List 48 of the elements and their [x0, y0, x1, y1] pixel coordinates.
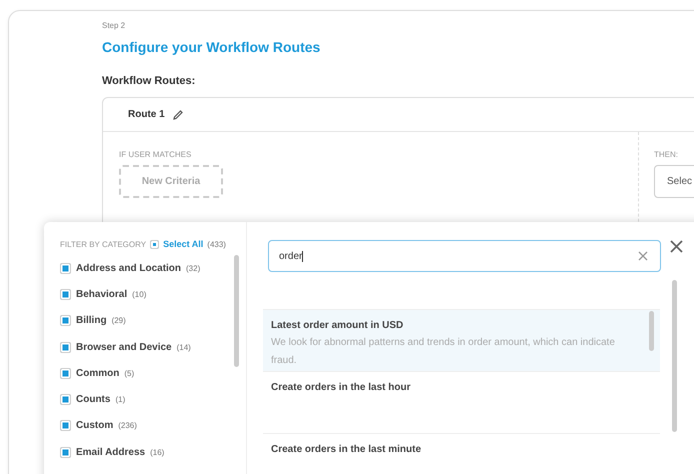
result-title: Create orders in the last hour [271, 382, 412, 393]
clear-icon[interactable] [638, 251, 648, 261]
category-count: (29) [112, 316, 126, 326]
category-checkbox[interactable] [60, 342, 71, 353]
select-all-checkbox[interactable] [150, 240, 160, 248]
category-name[interactable]: Counts [76, 394, 110, 406]
scrollbar[interactable] [672, 280, 677, 432]
scrollbar[interactable] [649, 311, 654, 351]
category-name[interactable]: Billing [76, 315, 107, 326]
step-label: Step 2 [102, 21, 126, 30]
category-name[interactable]: Email Address [76, 446, 146, 458]
category-name[interactable]: Custom [76, 420, 114, 432]
pencil-icon[interactable] [172, 108, 184, 120]
category-checkbox[interactable] [60, 288, 71, 300]
result-title: Latest order amount in USD [271, 320, 404, 331]
category-name[interactable]: Address and Location [76, 262, 182, 274]
close-icon[interactable] [670, 240, 683, 253]
scrollbar[interactable] [234, 255, 239, 367]
then-label: THEN: [654, 150, 679, 159]
search-field[interactable]: order [268, 240, 661, 272]
result-description: We look for abnormal patterns and trends in order amount, which can indicate fraud. [271, 336, 616, 368]
category-name[interactable]: Common [76, 368, 120, 379]
condition-label: IF USER MATCHES [119, 150, 192, 159]
category-name[interactable]: Behavioral [76, 288, 128, 300]
filter-heading: FILTER BY CATEGORY [60, 240, 146, 248]
result-item[interactable]: Create orders in the last minute [263, 433, 660, 474]
result-item[interactable]: Create orders in the last hour [263, 371, 660, 433]
category-checkbox[interactable] [60, 315, 71, 326]
category-checkbox[interactable] [60, 420, 71, 432]
page-title: Configure your Workflow Routes [102, 39, 320, 55]
category-count: (16) [150, 448, 164, 457]
result-title: Create orders in the last minute [271, 444, 422, 455]
route-name: Route 1 [128, 109, 165, 120]
section-label: Workflow Routes: [102, 75, 196, 87]
result-item[interactable]: Latest order amount in USD We look for abnormal patterns and trends in order amount, which can indicate fraud. [263, 309, 660, 371]
category-count: (1) [115, 395, 126, 404]
category-count: (32) [186, 264, 200, 273]
category-count: (14) [176, 342, 191, 352]
category-count: (5) [124, 368, 134, 378]
category-checkbox[interactable] [60, 394, 71, 406]
category-name[interactable]: Browser and Device [76, 342, 172, 353]
action-select[interactable]: Selec [654, 165, 694, 198]
category-checkbox[interactable] [60, 368, 71, 379]
category-checkbox[interactable] [60, 262, 71, 274]
total-count: (433) [207, 240, 226, 248]
category-count: (236) [118, 421, 137, 430]
category-checkbox[interactable] [60, 446, 71, 458]
category-count: (10) [132, 290, 146, 299]
